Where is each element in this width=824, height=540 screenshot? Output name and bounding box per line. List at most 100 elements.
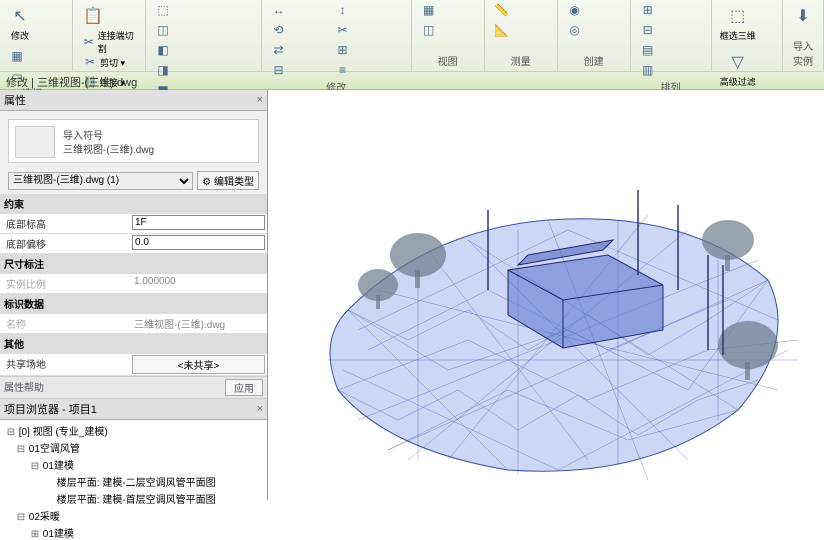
close-icon[interactable]: × [257,94,263,106]
ribbon-button[interactable]: ⬚框选三维 [718,2,758,44]
tree-twisty-icon[interactable]: ⊟ [30,461,40,472]
edit-type-button[interactable]: ⚙ 编辑类型 [197,171,259,190]
ribbon-toolbar: ↖修改▦▭选择 ▾📋✂连接端切割✂剪切 ▾⛓连接 ▾剪贴板⬚◫◧◨⬒⬓几何图形↔… [0,0,824,72]
tree-node[interactable]: 楼层平面: 建模-二层空调风管平面图 [2,473,265,490]
ribbon-button-label: 修改 [11,29,29,42]
ribbon-button[interactable]: ✂连接端切割 [79,34,139,50]
ribbon-group: 📏📐测量 [485,0,558,71]
cat-dimensions[interactable]: 尺寸标注 [0,254,267,274]
apply-button[interactable]: 应用 [225,379,263,396]
ribbon-button[interactable]: ✂剪切 ▾ [79,54,139,70]
ribbon-group: 📋✂连接端切割✂剪切 ▾⛓连接 ▾剪贴板 [73,0,146,71]
cat-other[interactable]: 其他 [0,334,267,354]
ribbon-button[interactable]: ⬚ [152,2,212,18]
param-instance-scale: 实例比例 1.000000 [0,274,267,294]
ribbon-button[interactable]: ⟲ [268,22,328,38]
ribbon-button[interactable]: ◧ [152,42,212,58]
ribbon-icon: ◫ [154,22,172,38]
tree-node[interactable]: ⊟ [0] 视图 (专业_建模) [2,422,265,439]
ribbon-button[interactable]: ◎ [564,22,624,38]
tree-twisty-icon[interactable]: ⊞ [30,529,40,540]
ribbon-button-label: 连接端切割 [98,29,137,55]
tree-node-label: [0] 视图 (专业_建模) [16,427,108,438]
ribbon-button[interactable]: ▦ [6,48,66,64]
element-thumbnail [15,126,55,158]
ribbon-button[interactable]: ⊞ [332,42,392,58]
ribbon-button[interactable]: ▥ [637,62,697,78]
element-type-name: 三维视图-(三维).dwg [63,144,254,158]
ribbon-button[interactable]: ⇄ [268,42,328,58]
ribbon-group: ↖修改▦▭选择 ▾ [0,0,73,71]
ribbon-icon: 📏 [493,2,511,18]
element-type-box[interactable]: 导入符号 三维视图-(三维).dwg [8,119,259,163]
ribbon-button[interactable]: ◨ [152,62,212,78]
tree-twisty-icon[interactable]: ⊟ [6,427,16,438]
tree-twisty-icon[interactable]: ⊟ [16,512,26,523]
ribbon-icon: ≡ [334,62,352,78]
ribbon-group: ⬚框选三维▽高级过滤⇥偏移对齐✎框选改名✖删除图层建模大师（通用） [712,0,783,71]
properties-header: 属性 × [0,90,267,111]
ribbon-button[interactable]: ▦ [418,2,478,18]
close-icon[interactable]: × [257,403,263,415]
ribbon-button[interactable]: ⬇ [789,2,817,30]
param-shared-site: 共享场地 <未共享> [0,354,267,376]
tree-node[interactable]: ⊞ 01建模 [2,524,265,540]
ribbon-button-label: 高级过滤 [720,75,756,88]
3d-viewport[interactable] [268,90,824,500]
base-level-input[interactable] [132,215,265,230]
tree-node-label: 01建模 [40,461,74,472]
base-offset-input[interactable] [132,235,265,250]
ribbon-group: ▦◫视图 [412,0,485,71]
ribbon-icon: ▽ [726,50,750,74]
tree-node-label: 01空调风管 [26,444,80,455]
ribbon-button[interactable]: ◫ [152,22,212,38]
tree-node[interactable]: ⊟ 01建模 [2,456,265,473]
ribbon-button[interactable]: 📐 [491,22,551,38]
browser-header: 项目浏览器 - 项目1 × [0,399,267,420]
tree-node[interactable]: ⊟ 01空调风管 [2,439,265,456]
document-title: 修改 | 三维视图-(三维).dwg [6,77,137,89]
edit-type-icon: ⚙ [202,177,211,188]
ribbon-button[interactable]: ⊞ [637,2,697,18]
ribbon-button[interactable]: ≡ [332,62,392,78]
cat-constraints[interactable]: 约束 [0,194,267,214]
browser-title: 项目浏览器 - 项目1 [4,401,97,417]
ribbon-button-label: 剪切 ▾ [100,56,125,69]
ribbon-button[interactable]: ↔ [268,2,328,18]
ribbon-button[interactable]: ◫ [418,22,478,38]
ribbon-icon: ⬚ [154,2,172,18]
tree-node[interactable]: 楼层平面: 建模-首层空调风管平面图 [2,490,265,507]
ribbon-button[interactable]: ↕ [332,2,392,18]
ribbon-button[interactable]: 📏 [491,2,551,18]
ribbon-group: ⬚◫◧◨⬒⬓几何图形 [146,0,262,71]
ribbon-button[interactable]: 📋 [79,2,107,30]
ribbon-button[interactable]: ✂ [332,22,392,38]
param-base-offset: 底部偏移 [0,234,267,254]
cat-identity[interactable]: 标识数据 [0,294,267,314]
ribbon-button[interactable]: ⊟ [637,22,697,38]
ribbon-group: ◉◎创建 [558,0,631,71]
ribbon-button[interactable]: ◉ [564,2,624,18]
ribbon-button[interactable]: ▽高级过滤 [718,48,758,90]
tree-node[interactable]: ⊟ 02采暖 [2,507,265,524]
ribbon-icon: ↕ [334,2,352,18]
ribbon-icon: ▤ [639,42,657,58]
shared-site-button[interactable]: <未共享> [132,355,265,374]
instance-selector[interactable]: 三维视图-(三维).dwg (1) [8,172,193,190]
ribbon-icon: 📋 [81,4,105,28]
ribbon-icon: ◎ [566,22,584,38]
tree-twisty-icon[interactable]: ⊟ [16,444,26,455]
ribbon-button[interactable]: ▤ [637,42,697,58]
ribbon-group: ⊞⊟▤▥排列 [631,0,712,71]
ribbon-button[interactable]: ↖修改 [6,2,34,44]
ribbon-icon: ◉ [566,2,584,18]
ribbon-icon: ⊞ [639,2,657,18]
ribbon-icon: ✂ [81,54,99,70]
properties-help-link[interactable]: 属性帮助 [4,379,44,396]
ribbon-icon: ◧ [154,42,172,58]
ribbon-icon: ⊟ [270,62,288,78]
ribbon-icon: ◫ [420,22,438,38]
ribbon-button[interactable]: ⊟ [268,62,328,78]
tree-node-label: 楼层平面: 建模-首层空调风管平面图 [54,495,216,506]
ribbon-icon: ▦ [8,48,26,64]
